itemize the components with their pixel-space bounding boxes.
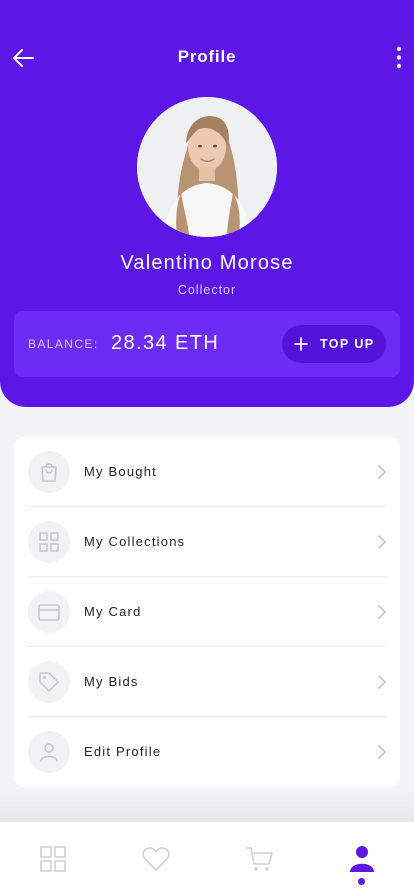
user-icon: [350, 846, 374, 872]
chevron-right-icon: [378, 465, 386, 479]
chevron-right-icon: [378, 605, 386, 619]
balance-label: BALANCE:: [28, 337, 99, 351]
more-options-button[interactable]: [392, 45, 406, 71]
menu-icon-wrapper: [28, 591, 70, 633]
credit-card-icon: [38, 604, 60, 621]
profile-header: Profile Valentino Morose Collector BALAN…: [0, 0, 414, 407]
tab-favorites[interactable]: [141, 844, 171, 874]
avatar[interactable]: [137, 97, 277, 237]
menu-icon-wrapper: [28, 451, 70, 493]
grid-icon: [40, 846, 66, 872]
menu-item-label: My Collections: [84, 534, 186, 549]
menu-item-my-card[interactable]: My Card: [14, 577, 400, 647]
menu-item-edit-profile[interactable]: Edit Profile: [14, 717, 400, 787]
menu-icon-wrapper: [28, 731, 70, 773]
chevron-right-icon: [378, 535, 386, 549]
balance-value: 28.34 ETH: [111, 332, 220, 354]
user-icon: [40, 743, 58, 762]
top-up-button[interactable]: TOP UP: [282, 325, 386, 363]
profile-role: Collector: [177, 283, 237, 297]
tabbar-shadow: [0, 790, 414, 822]
profile-menu: My Bought My Collections My Card My Bids…: [14, 437, 400, 787]
menu-icon-wrapper: [28, 521, 70, 563]
menu-item-label: Edit Profile: [84, 744, 162, 759]
menu-item-my-bids[interactable]: My Bids: [14, 647, 400, 717]
tab-home[interactable]: [38, 844, 68, 874]
chevron-right-icon: [378, 675, 386, 689]
balance-card: BALANCE: 28.34 ETH TOP UP: [14, 311, 400, 377]
tab-cart[interactable]: [245, 844, 275, 874]
avatar-photo: [137, 97, 277, 237]
heart-icon: [142, 847, 170, 871]
menu-item-label: My Card: [84, 604, 142, 619]
page-title: Profile: [177, 47, 237, 66]
bottom-tab-bar: [0, 822, 414, 896]
plus-icon: [294, 337, 308, 351]
menu-item-my-collections[interactable]: My Collections: [14, 507, 400, 577]
top-up-label: TOP UP: [320, 337, 375, 351]
cart-icon: [246, 847, 273, 871]
tag-icon: [39, 672, 59, 692]
menu-item-label: My Bought: [84, 464, 157, 479]
menu-item-label: My Bids: [84, 674, 139, 689]
shopping-bag-icon: [41, 463, 57, 482]
tab-profile[interactable]: [347, 844, 377, 874]
profile-name: Valentino Morose: [120, 252, 294, 274]
menu-icon-wrapper: [28, 661, 70, 703]
menu-item-my-bought[interactable]: My Bought: [14, 437, 400, 507]
active-tab-indicator: [358, 878, 365, 885]
more-vertical-icon: [396, 46, 402, 69]
grid-icon: [39, 532, 59, 552]
chevron-right-icon: [378, 745, 386, 759]
